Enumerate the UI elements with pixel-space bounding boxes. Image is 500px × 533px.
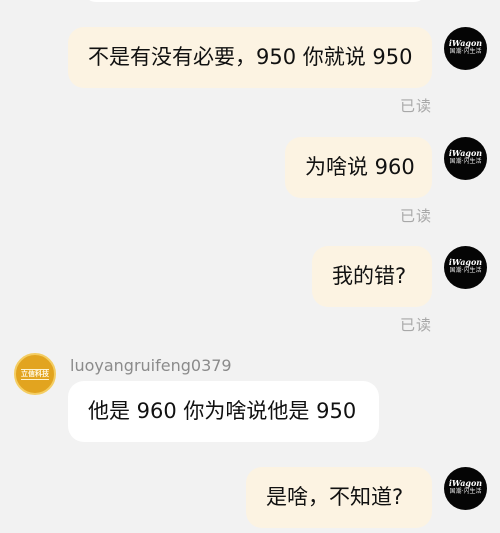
avatar-logo-text: iWagon <box>448 257 483 267</box>
my-avatar[interactable]: iWagon 国潮·闪生活 <box>444 467 487 510</box>
read-receipt: 已读 <box>399 207 432 225</box>
my-avatar[interactable]: iWagon 国潮·闪生活 <box>444 246 487 289</box>
avatar-logo-subtext: 国潮·闪生活 <box>449 488 482 495</box>
sender-avatar-text: 立信科技 <box>21 368 49 380</box>
read-receipt: 已读 <box>399 316 432 334</box>
avatar-logo-text: iWagon <box>448 148 483 158</box>
read-receipt: 已读 <box>399 97 432 115</box>
message-text: 我的错? <box>332 264 407 288</box>
avatar-logo-text: iWagon <box>448 38 483 48</box>
previous-message-bubble[interactable] <box>84 0 426 2</box>
message-text: 不是有没有必要，950 你就说 950 <box>88 45 413 69</box>
avatar-logo-subtext: 国潮·闪生活 <box>449 48 482 55</box>
sender-username: luoyangruifeng0379 <box>70 356 232 375</box>
message-bubble-outgoing[interactable]: 不是有没有必要，950 你就说 950 <box>68 27 432 88</box>
chat-message-list[interactable]: 不是有没有必要，950 你就说 950 iWagon 国潮·闪生活 已读 为啥说… <box>0 0 500 533</box>
avatar-logo-subtext: 国潮·闪生活 <box>449 158 482 165</box>
message-bubble-incoming[interactable]: 他是 960 你为啥说他是 950 <box>68 381 379 442</box>
sender-avatar[interactable]: 立信科技 <box>14 353 56 395</box>
avatar-logo-text: iWagon <box>448 478 483 488</box>
message-bubble-outgoing[interactable]: 为啥说 960 <box>285 137 432 198</box>
message-text: 为啥说 960 <box>305 155 415 179</box>
message-bubble-outgoing[interactable]: 我的错? <box>312 246 432 307</box>
message-text: 他是 960 你为啥说他是 950 <box>88 399 357 423</box>
avatar-logo-subtext: 国潮·闪生活 <box>449 267 482 274</box>
my-avatar[interactable]: iWagon 国潮·闪生活 <box>444 27 487 70</box>
my-avatar[interactable]: iWagon 国潮·闪生活 <box>444 137 487 180</box>
message-text: 是啥，不知道? <box>266 485 404 509</box>
message-bubble-outgoing[interactable]: 是啥，不知道? <box>246 467 432 528</box>
